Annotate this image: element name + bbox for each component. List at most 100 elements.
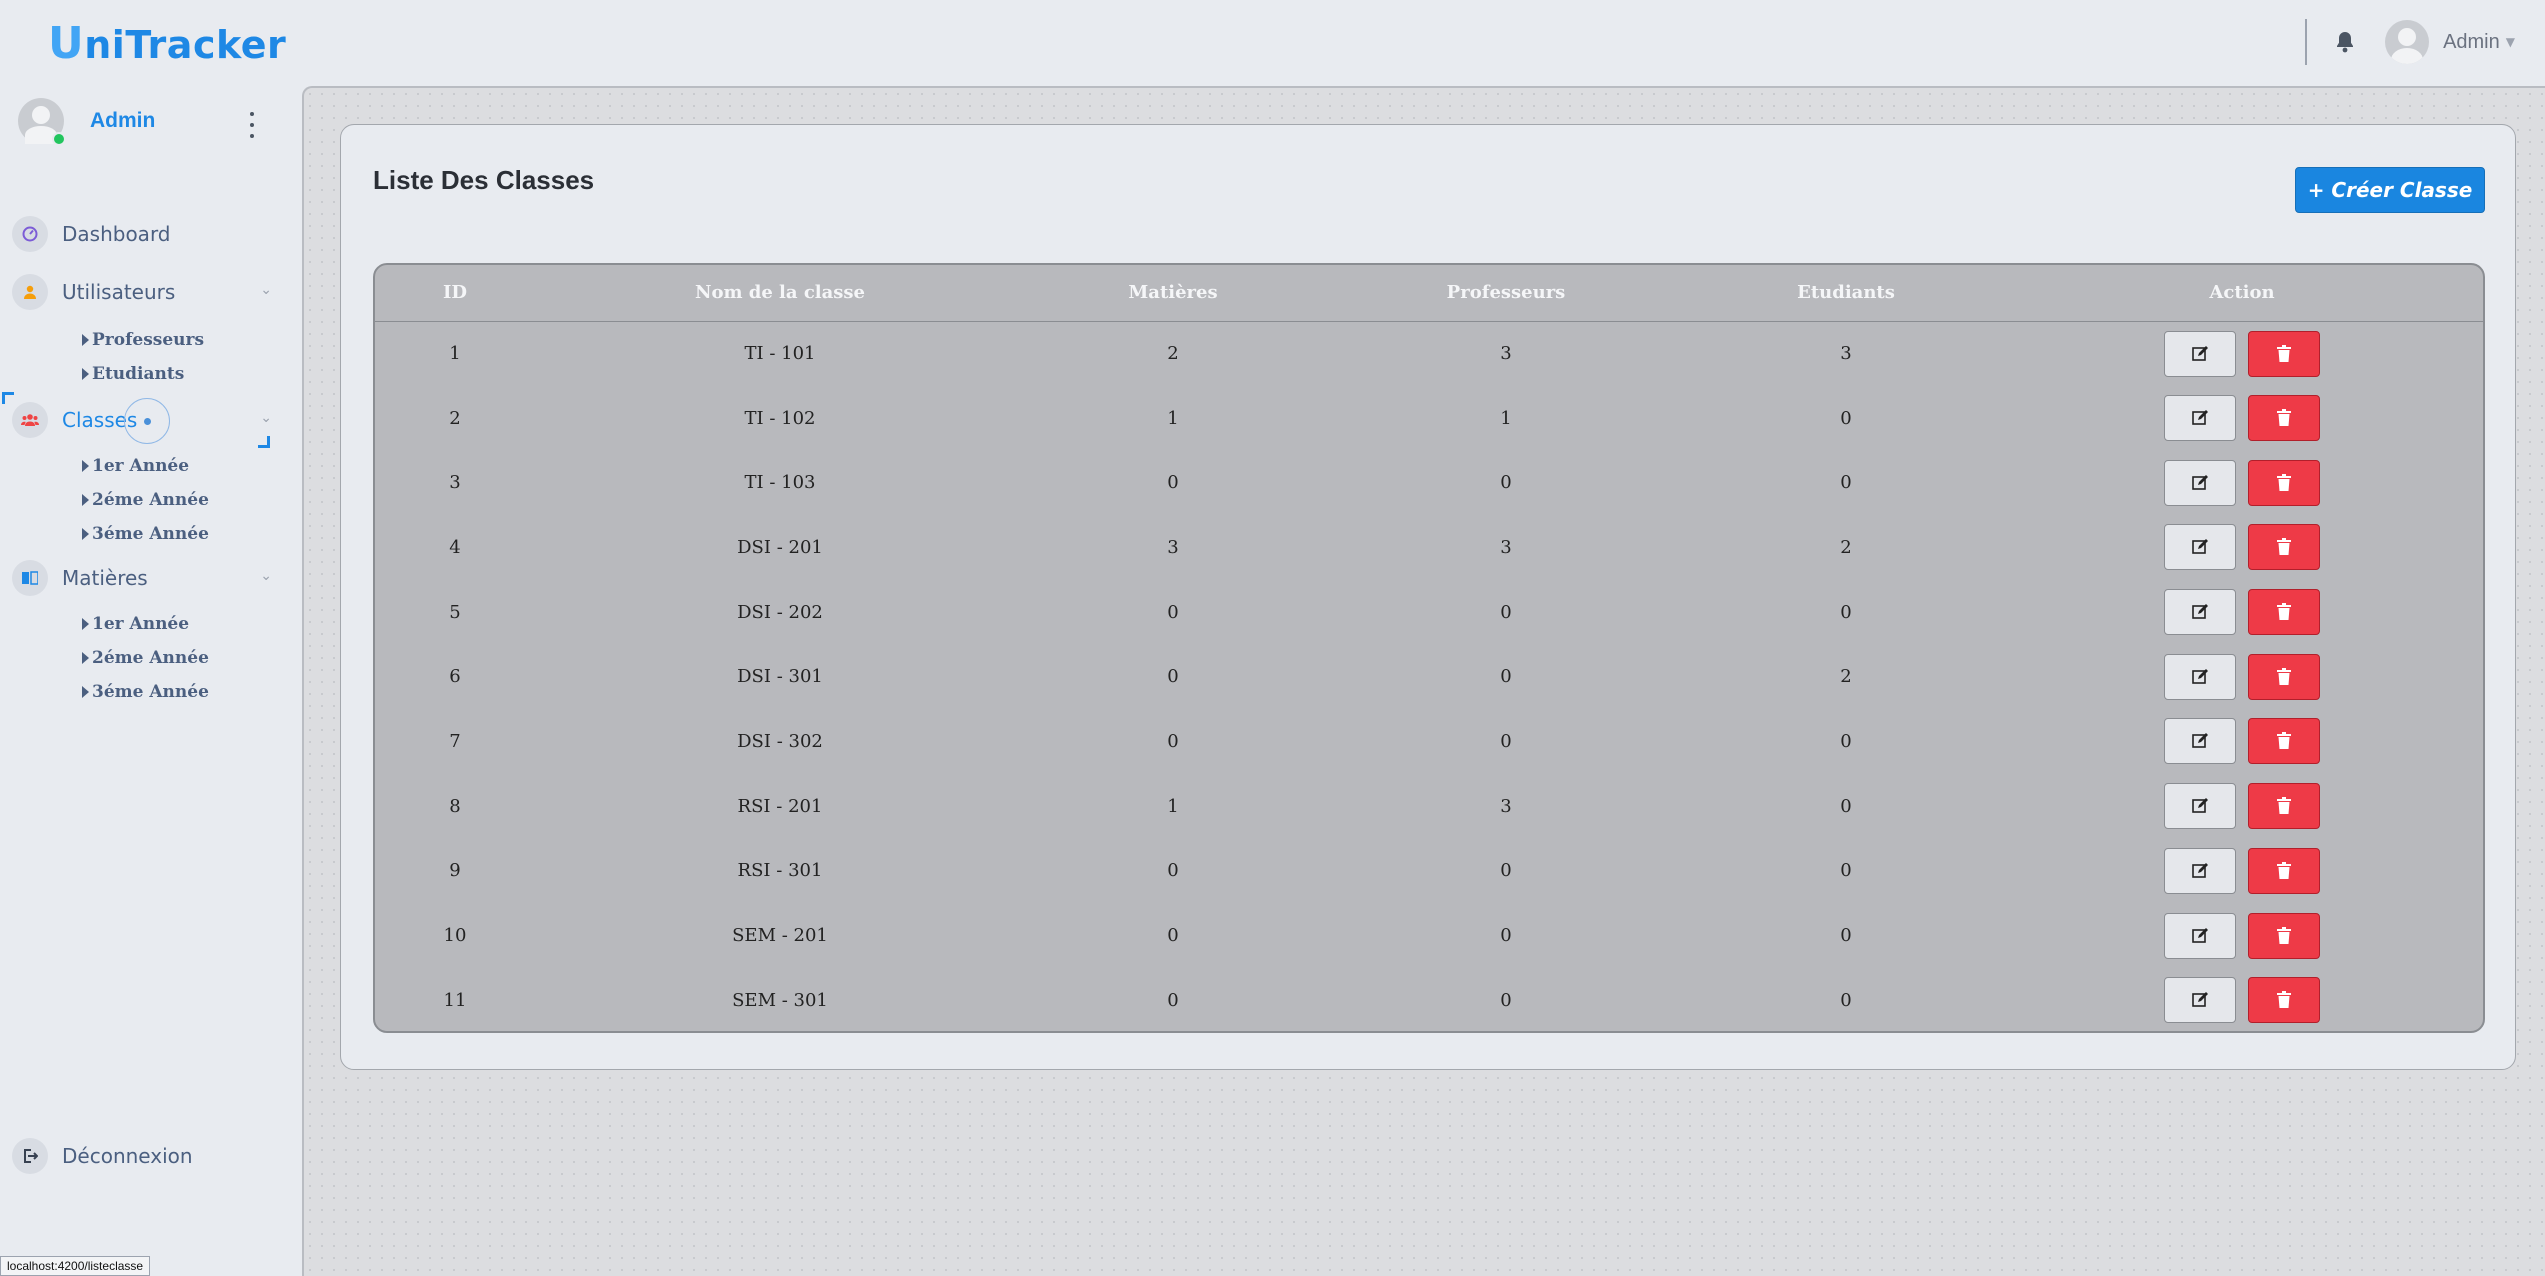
delete-button[interactable] xyxy=(2248,459,2320,506)
edit-button[interactable] xyxy=(2164,330,2236,377)
delete-button[interactable] xyxy=(2248,653,2320,700)
table-cell: 0 xyxy=(1840,860,1852,882)
edit-button[interactable] xyxy=(2164,653,2236,700)
sidebar-subitem-etudiants[interactable]: Etudiants xyxy=(82,364,184,384)
delete-button[interactable] xyxy=(2248,783,2320,830)
logout-label: Déconnexion xyxy=(62,1144,193,1168)
logo-initial: U xyxy=(48,18,85,69)
action-cell xyxy=(2001,709,2483,774)
table-cell: 0 xyxy=(1500,925,1512,947)
table-cell: DSI - 301 xyxy=(737,666,823,688)
sidebar-subitem-matieres-2eme[interactable]: 2éme Année xyxy=(82,648,209,668)
trash-icon xyxy=(2277,991,2291,1009)
table-cell: 4 xyxy=(449,536,461,558)
table-body: 1 TI - 101 2 3 3 2 TI - 102 1 1 0 3 TI - 103 0 0 0 4 DSI… xyxy=(375,321,2483,1031)
sidebar-subitem-professeurs[interactable]: Professeurs xyxy=(82,330,204,350)
user-avatar[interactable] xyxy=(2385,20,2430,64)
edit-button[interactable] xyxy=(2164,912,2236,959)
column-header-matieres: Matières xyxy=(1025,265,1321,322)
table-cell: 2 xyxy=(1840,666,1852,688)
table-cell: 0 xyxy=(1840,407,1852,429)
table-cell: 0 xyxy=(1840,730,1852,752)
table-cell: 0 xyxy=(1167,925,1179,947)
sidebar-item-utilisateurs[interactable]: Utilisateurs ⌄ xyxy=(12,272,272,312)
status-bar-url: localhost:4200/listeclasse xyxy=(0,1256,151,1276)
trash-icon xyxy=(2277,538,2291,556)
edit-icon xyxy=(2192,474,2208,490)
column-header-professeurs: Professeurs xyxy=(1321,265,1691,322)
trash-icon xyxy=(2277,409,2291,427)
user-menu-label[interactable]: Admin xyxy=(2443,31,2500,54)
table-cell: 11 xyxy=(443,989,467,1011)
delete-button[interactable] xyxy=(2248,589,2320,636)
edit-button[interactable] xyxy=(2164,847,2236,894)
action-cell xyxy=(2001,450,2483,515)
sidebar-subitem-classes-1er[interactable]: 1er Année xyxy=(82,456,189,476)
table-cell: 0 xyxy=(1840,925,1852,947)
sidebar-subitem-classes-3eme[interactable]: 3éme Année xyxy=(82,524,209,544)
action-cell xyxy=(2001,321,2483,386)
kebab-menu-icon[interactable] xyxy=(246,112,258,138)
delete-button[interactable] xyxy=(2248,330,2320,377)
edit-button[interactable] xyxy=(2164,589,2236,636)
table-cell: 0 xyxy=(1167,730,1179,752)
edit-button[interactable] xyxy=(2164,977,2236,1024)
delete-button[interactable] xyxy=(2248,395,2320,442)
table-row: 1 TI - 101 2 3 3 xyxy=(375,321,2483,386)
table-cell: 0 xyxy=(1167,666,1179,688)
edit-button[interactable] xyxy=(2164,395,2236,442)
table-cell: RSI - 201 xyxy=(737,795,823,817)
table-cell: 9 xyxy=(449,860,461,882)
edit-icon xyxy=(2192,992,2208,1008)
edit-icon xyxy=(2192,410,2208,425)
delete-button[interactable] xyxy=(2248,718,2320,765)
logout-icon xyxy=(12,1138,48,1174)
create-class-button[interactable]: + Créer Classe xyxy=(2295,167,2485,213)
table-cell: 1 xyxy=(449,343,461,365)
table-cell: 0 xyxy=(1500,666,1512,688)
trash-icon xyxy=(2277,861,2291,879)
table-cell: 0 xyxy=(1167,601,1179,623)
click-indicator xyxy=(124,398,170,444)
table-row: 6 DSI - 301 0 0 2 xyxy=(375,644,2483,709)
table-cell: 0 xyxy=(1500,860,1512,882)
focus-corner xyxy=(258,436,270,448)
delete-button[interactable] xyxy=(2248,977,2320,1024)
table-row: 7 DSI - 302 0 0 0 xyxy=(375,709,2483,774)
logout-button[interactable]: Déconnexion xyxy=(12,1138,193,1174)
gauge-icon xyxy=(12,216,48,252)
app-logo[interactable]: UniTracker xyxy=(48,18,286,69)
column-header-etudiants: Etudiants xyxy=(1691,265,2001,322)
notification-bell-icon[interactable] xyxy=(2325,22,2365,62)
edit-icon xyxy=(2192,539,2208,555)
table-cell: 0 xyxy=(1167,989,1179,1011)
trash-icon xyxy=(2277,797,2291,815)
delete-button[interactable] xyxy=(2248,524,2320,571)
table-cell: 7 xyxy=(449,730,461,752)
table-cell: DSI - 302 xyxy=(737,730,823,752)
action-cell xyxy=(2001,774,2483,839)
table-cell: RSI - 301 xyxy=(737,860,823,882)
sidebar-item-dashboard[interactable]: Dashboard xyxy=(12,214,272,254)
table-row: 4 DSI - 201 3 3 2 xyxy=(375,515,2483,580)
sidebar-item-matieres[interactable]: Matières ⌄ xyxy=(12,558,272,598)
action-cell xyxy=(2001,644,2483,709)
online-status-dot xyxy=(52,132,66,146)
table-cell: 0 xyxy=(1500,601,1512,623)
delete-button[interactable] xyxy=(2248,847,2320,894)
table-row: 9 RSI - 301 0 0 0 xyxy=(375,839,2483,904)
sidebar-subitem-classes-2eme[interactable]: 2éme Année xyxy=(82,490,209,510)
chevron-down-icon[interactable]: ▼ xyxy=(2506,35,2515,49)
delete-button[interactable] xyxy=(2248,912,2320,959)
edit-icon xyxy=(2192,733,2208,749)
edit-button[interactable] xyxy=(2164,718,2236,765)
sidebar-subitem-matieres-1er[interactable]: 1er Année xyxy=(82,614,189,634)
action-cell xyxy=(2001,968,2483,1031)
edit-icon xyxy=(2192,798,2208,813)
edit-button[interactable] xyxy=(2164,783,2236,830)
edit-button[interactable] xyxy=(2164,524,2236,571)
top-bar: UniTracker Admin ▼ xyxy=(0,0,2545,84)
sidebar-subitem-matieres-3eme[interactable]: 3éme Année xyxy=(82,682,209,702)
edit-button[interactable] xyxy=(2164,459,2236,506)
table-cell: 0 xyxy=(1840,601,1852,623)
